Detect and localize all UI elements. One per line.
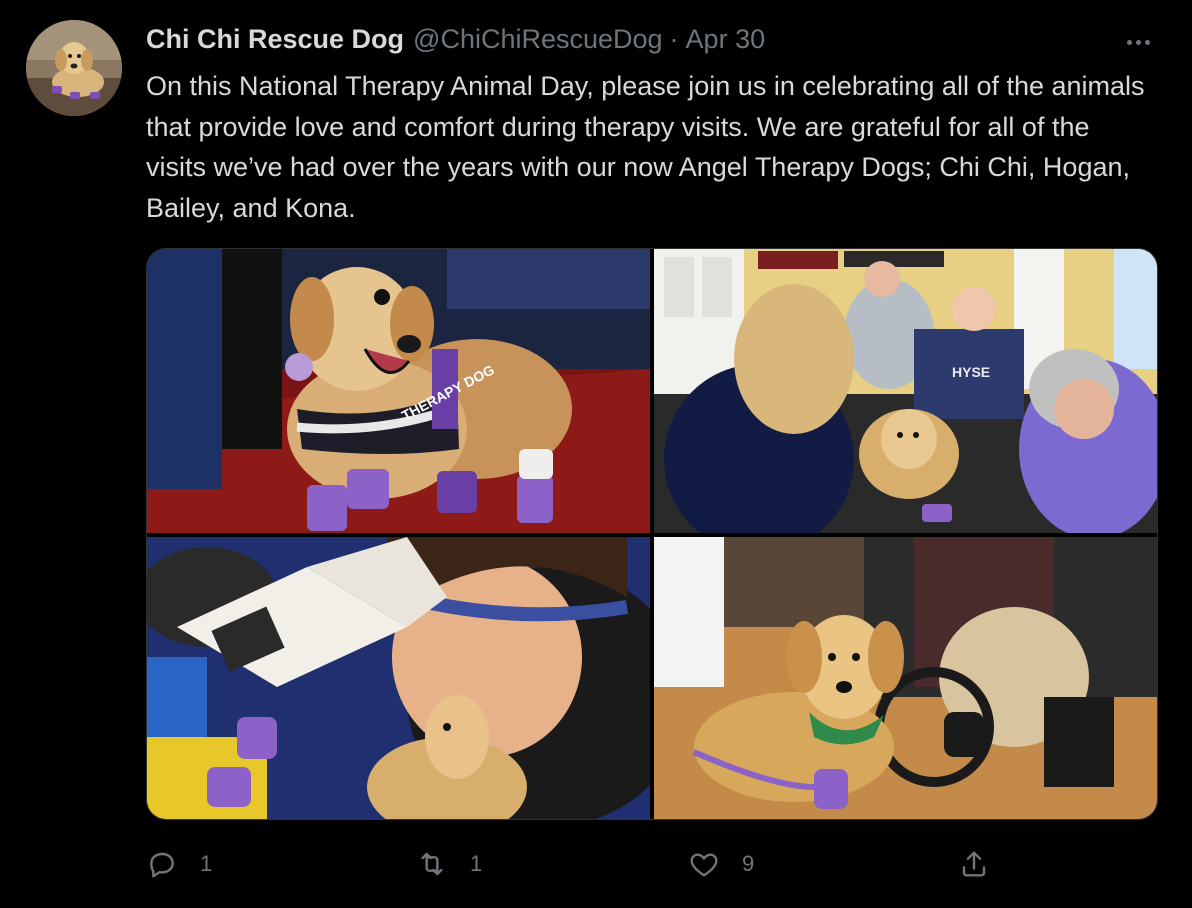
retweet-icon — [421, 852, 443, 876]
photo-therapy-visit-seniors: HYSE — [654, 249, 1157, 533]
like-count: 9 — [742, 851, 755, 876]
retweet-button[interactable]: 1 — [416, 842, 482, 886]
media-photo-4[interactable] — [654, 537, 1157, 819]
tweet-text: On this National Therapy Animal Day, ple… — [146, 71, 1145, 223]
photo-dog-with-wheelchair — [654, 537, 1157, 819]
photo-dog-therapy-vest: THERAPY DOG — [147, 249, 650, 533]
more-options-button[interactable] — [1116, 30, 1160, 54]
heart-icon — [690, 853, 718, 877]
media-grid: THERAPY DOG HYSE — [146, 248, 1158, 820]
tweet-header: Chi Chi Rescue Dog @ChiChiRescueDog · Ap… — [146, 24, 765, 58]
shirt-label: HYSE — [952, 364, 990, 380]
media-photo-3[interactable] — [147, 537, 650, 819]
author-handle[interactable]: @ChiChiRescueDog — [413, 24, 663, 55]
tweet-date[interactable]: Apr 30 — [686, 24, 766, 55]
reply-icon — [150, 852, 174, 878]
avatar[interactable] — [26, 20, 122, 116]
separator-dot: · — [669, 24, 679, 54]
media-photo-1[interactable]: THERAPY DOG — [147, 249, 650, 533]
share-button[interactable] — [958, 842, 1012, 886]
media-photo-2[interactable]: HYSE — [654, 249, 1157, 533]
more-horizontal-icon — [1126, 39, 1132, 45]
reply-button[interactable]: 1 — [146, 842, 212, 886]
photo-girl-reading-to-dog — [147, 537, 650, 819]
like-button[interactable]: 9 — [688, 842, 754, 886]
tweet-card[interactable]: Chi Chi Rescue Dog @ChiChiRescueDog · Ap… — [0, 0, 1192, 908]
avatar-dog-image — [26, 20, 122, 116]
author-name[interactable]: Chi Chi Rescue Dog — [146, 24, 404, 55]
share-icon — [962, 851, 986, 877]
tweet-actions: 1 1 9 — [146, 842, 1006, 886]
retweet-count: 1 — [470, 851, 483, 876]
reply-count: 1 — [200, 851, 213, 876]
